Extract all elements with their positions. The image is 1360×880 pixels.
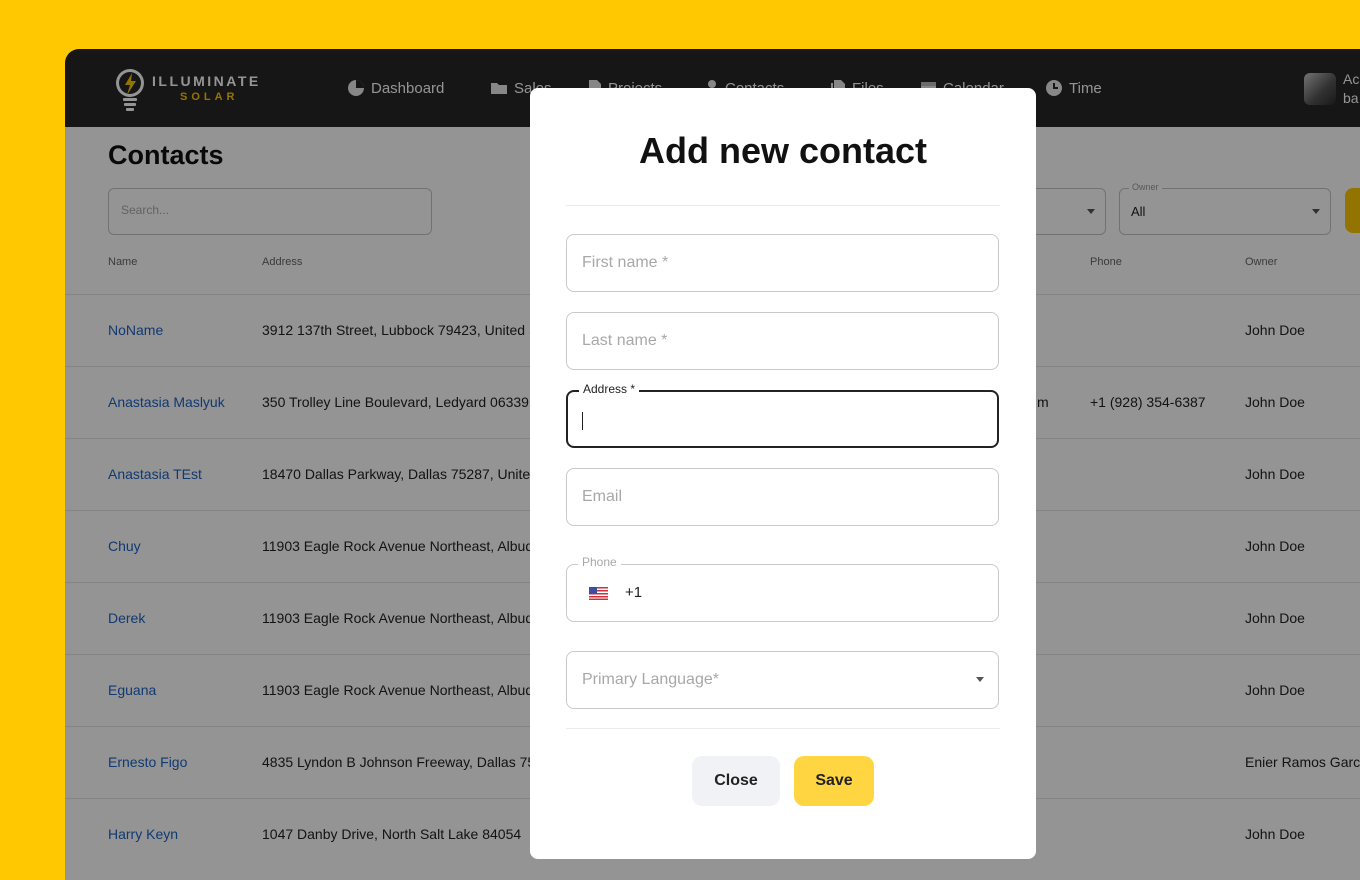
divider (566, 205, 1000, 206)
phone-label: Phone (578, 555, 621, 569)
phone-field[interactable]: Phone +1 (566, 555, 999, 622)
primary-language-select[interactable]: Primary Language* (566, 651, 999, 709)
email-field[interactable]: Email (566, 468, 999, 526)
address-label: Address * (579, 382, 640, 396)
first-name-placeholder: First name * (582, 254, 669, 271)
last-name-placeholder: Last name * (582, 332, 668, 349)
chevron-down-icon (976, 677, 984, 682)
text-cursor (582, 412, 583, 430)
close-button[interactable]: Close (692, 756, 780, 806)
dialog-title: Add new contact (638, 130, 928, 171)
first-name-field[interactable]: First name * (566, 234, 999, 292)
primary-language-placeholder: Primary Language* (582, 671, 719, 688)
email-placeholder: Email (582, 488, 623, 505)
phone-dial-code: +1 (625, 584, 643, 601)
address-field[interactable]: Address * (566, 382, 999, 448)
add-contact-dialog: Add new contact First name * Last name *… (530, 88, 1036, 859)
divider (566, 728, 1000, 729)
us-flag-icon[interactable] (589, 587, 608, 600)
last-name-field[interactable]: Last name * (566, 312, 999, 370)
save-button[interactable]: Save (794, 756, 874, 806)
